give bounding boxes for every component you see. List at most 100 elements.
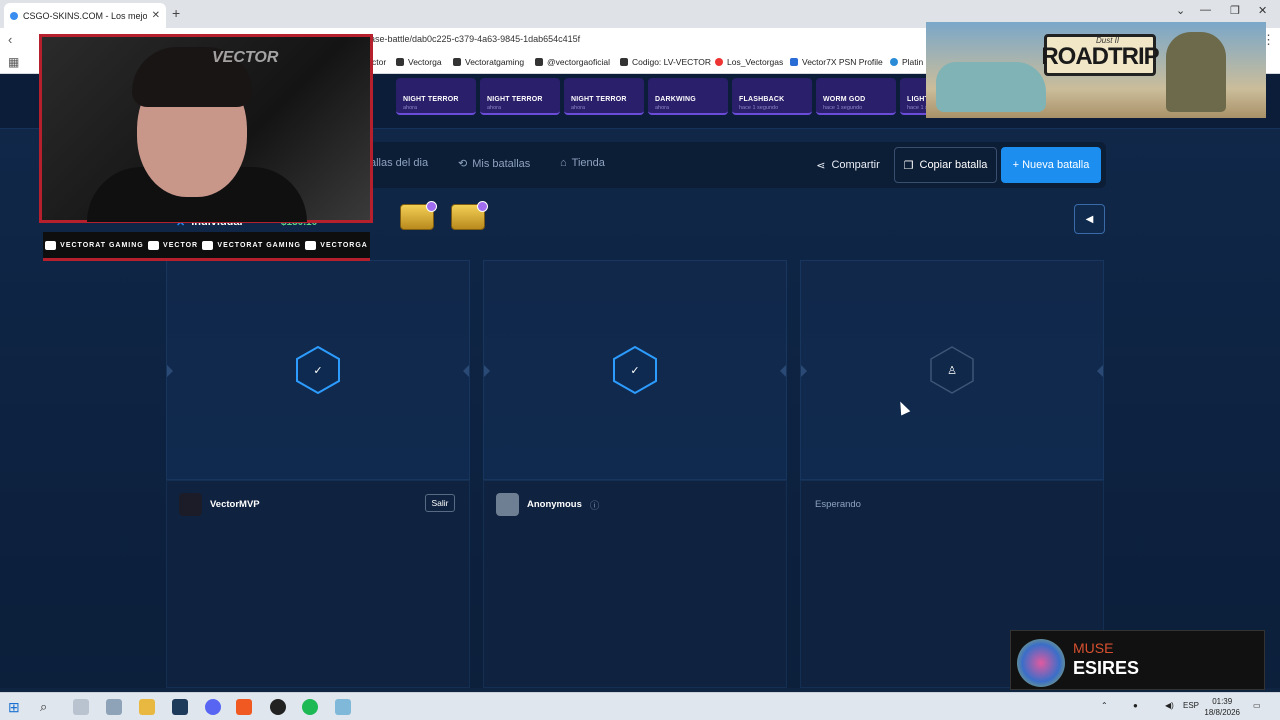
close-window-icon[interactable]: ✕	[1258, 4, 1267, 17]
bookmark-item[interactable]: Codigo: LV-VECTOR	[620, 57, 711, 67]
roadtrip-ad-overlay: ROADTRIP Dust II	[926, 22, 1266, 118]
new-tab-icon[interactable]: +	[172, 5, 180, 21]
drop-item[interactable]: NIGHT TERROR ahora	[480, 78, 560, 115]
user-icon: ♙	[947, 364, 957, 377]
basket-icon: ⌂	[560, 157, 567, 169]
music-artist: MUSE	[1073, 640, 1114, 656]
app-icon[interactable]	[106, 699, 122, 715]
webcam-overlay: VECTOR	[39, 34, 373, 223]
player-panel-2: Anonymous ⓘ	[483, 480, 787, 688]
search-icon[interactable]: ⌕	[40, 699, 56, 715]
close-tab-icon[interactable]: ✕	[152, 10, 160, 21]
ad-subtitle: Dust II	[1096, 36, 1120, 45]
site-favicon-icon	[10, 11, 18, 20]
check-icon: ✓	[630, 364, 640, 377]
bookmark-item[interactable]: ctor	[372, 57, 386, 67]
url-field[interactable]: ase-battle/dab0c225-c379-4a63-9845-1dab6…	[370, 34, 580, 44]
restore-icon[interactable]: ❐	[1230, 4, 1240, 17]
socials-banner: VECTORAT GAMING VECTOR VECTORAT GAMING V…	[43, 232, 370, 261]
volume-icon[interactable]: ◀)	[1165, 701, 1174, 710]
album-art	[1017, 639, 1065, 687]
player-name-row: Anonymous ⓘ	[496, 493, 599, 516]
slot-arrow-right	[780, 365, 786, 377]
clock-date: 18/8/2026	[1204, 708, 1240, 717]
case-icon[interactable]	[400, 201, 437, 230]
youtube-icon	[45, 240, 57, 250]
browser-tab[interactable]: CSGO-SKINS.COM - Los mejores ✕	[4, 3, 166, 28]
steam-icon[interactable]	[172, 699, 188, 715]
brave-browser-icon[interactable]	[236, 699, 252, 715]
windows-start-icon[interactable]: ⊞	[8, 699, 24, 715]
share-icon: ⋖	[816, 159, 826, 172]
spotify-icon[interactable]	[302, 699, 318, 715]
slot-arrow-left	[801, 365, 807, 377]
case-icon[interactable]	[451, 201, 488, 230]
bookmark-item[interactable]: @vectorgaoficial	[535, 57, 610, 67]
twitter-icon	[202, 240, 214, 250]
watermark-logo: VECTOR	[212, 49, 279, 66]
tray-chevron-icon[interactable]: ⌃	[1101, 701, 1108, 710]
tiktok-icon	[535, 58, 543, 66]
instagram-icon	[305, 240, 317, 250]
chevron-down-icon[interactable]: ⌄	[1176, 4, 1185, 17]
back-icon[interactable]: ‹	[8, 32, 12, 47]
drop-item[interactable]: NIGHT TERROR ahora	[396, 78, 476, 115]
ready-hex: ✓	[612, 345, 658, 395]
tab-my-battles[interactable]: ⟲ Mis batallas	[458, 157, 530, 171]
copy-battle-button[interactable]: ❐ Copiar batalla	[894, 147, 997, 183]
bookmark-item[interactable]: Vectoratgaming	[453, 57, 524, 67]
psn-icon	[790, 58, 798, 66]
player-slot-1: ✓	[166, 260, 470, 480]
now-playing-overlay: MUSE ESIRES	[1010, 630, 1265, 690]
soldier-illustration	[1166, 32, 1226, 112]
drop-item[interactable]: NIGHT TERROR ahora	[564, 78, 644, 115]
share-button[interactable]: ⋖ Compartir	[806, 147, 890, 183]
apps-icon[interactable]: ▦	[8, 55, 19, 69]
slot-arrow-right	[463, 365, 469, 377]
bookmark-item[interactable]: Los_Vectorgas	[715, 57, 783, 67]
player-slot-2: ✓	[483, 260, 787, 480]
bookmark-item[interactable]: Platin	[890, 57, 923, 67]
bookmark-icon	[890, 58, 898, 66]
app-icon[interactable]	[335, 699, 351, 715]
avatar	[496, 493, 519, 516]
bookmark-item[interactable]: Vector7X PSN Profile	[790, 57, 883, 67]
avatar	[179, 493, 202, 516]
file-explorer-icon[interactable]	[139, 699, 155, 715]
waiting-label: Esperando	[815, 499, 861, 510]
drop-item[interactable]: DARKWING ahora	[648, 78, 728, 115]
tab-store[interactable]: ⌂ Tienda	[560, 157, 605, 169]
drop-item[interactable]: WORM GOD hace 1 segundo	[816, 78, 896, 115]
info-icon[interactable]: ⓘ	[590, 498, 600, 512]
history-icon: ⟲	[458, 158, 468, 170]
social-twitter: VECTORAT GAMING	[202, 240, 301, 250]
tab-title: CSGO-SKINS.COM - Los mejores	[23, 10, 147, 21]
reddit-icon	[715, 58, 723, 66]
slot-arrow-right	[1097, 365, 1103, 377]
social-youtube: VECTORAT GAMING	[45, 240, 144, 250]
task-view-icon[interactable]	[73, 699, 89, 715]
language-indicator[interactable]: ESP	[1183, 701, 1199, 710]
social-twitch: VECTOR	[148, 240, 198, 250]
minimize-icon[interactable]: —	[1200, 4, 1211, 16]
player-name-row: VectorMVP	[179, 493, 260, 516]
discord-icon[interactable]	[205, 699, 221, 715]
notifications-icon[interactable]: ▭	[1253, 701, 1261, 710]
obs-icon[interactable]	[270, 699, 286, 715]
join-hex[interactable]: ♙	[929, 345, 975, 395]
music-song: ESIRES	[1073, 658, 1140, 678]
new-battle-button[interactable]: + Nueva batalla	[1001, 147, 1101, 183]
bookmark-item[interactable]: Vectorga	[396, 57, 442, 67]
gift-icon	[620, 58, 628, 66]
instagram-icon	[396, 58, 404, 66]
sound-toggle-button[interactable]: ◀	[1074, 204, 1105, 234]
screen: CSGO-SKINS.COM - Los mejores ✕ + ⌄ — ❐ ✕…	[0, 0, 1280, 720]
leave-button[interactable]: Salir	[425, 494, 455, 512]
x-icon	[453, 58, 461, 66]
tab-battles-of-day[interactable]: allas del dia	[370, 157, 428, 169]
check-icon: ✓	[313, 364, 323, 377]
microphone-icon[interactable]: ●	[1133, 701, 1138, 710]
social-instagram: VECTORGA	[305, 240, 368, 250]
clock[interactable]: 01:39 18/8/2026	[1204, 696, 1240, 718]
drop-item[interactable]: FLASHBACK hace 1 segundo	[732, 78, 812, 115]
